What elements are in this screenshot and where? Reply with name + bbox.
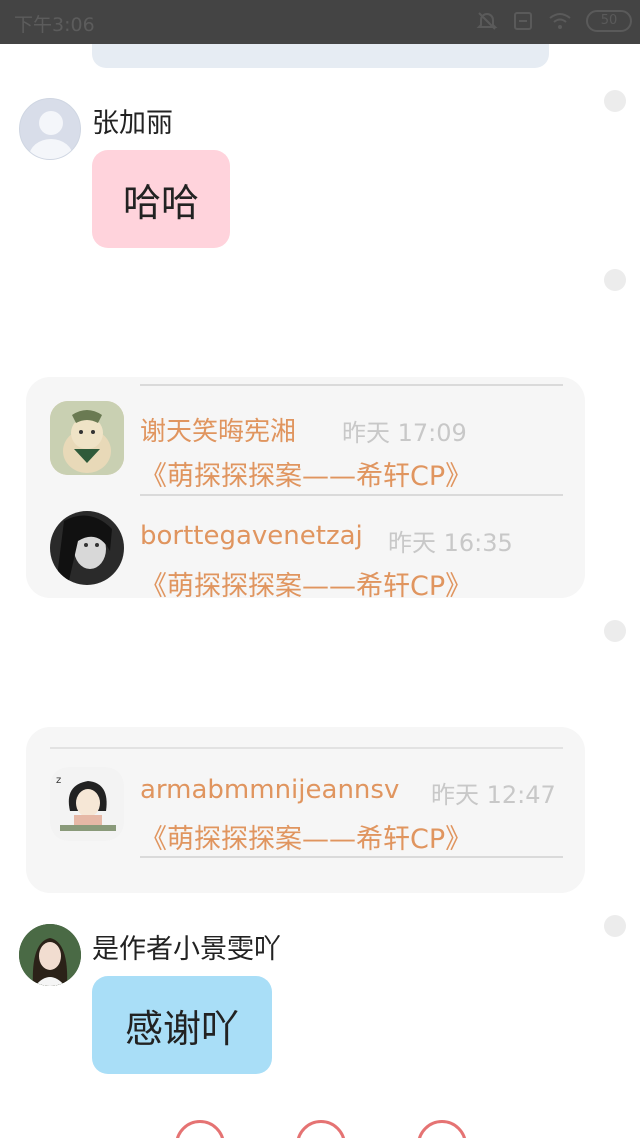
divider: [140, 384, 563, 386]
status-time: 下午3:06: [14, 14, 95, 36]
sender-name: 张加丽: [92, 108, 173, 139]
svg-text:z: z: [56, 775, 61, 786]
comment-user: borttegavenetzaj: [140, 521, 363, 551]
status-icons: 50: [476, 10, 632, 32]
cartoon-girl-avatar: z: [50, 767, 124, 841]
comment-time: 昨天 16:35: [388, 529, 513, 557]
comment-user: armabmmnijeannsv: [140, 775, 400, 805]
message-text: 哈哈: [122, 180, 199, 225]
bell-muted-icon: [476, 12, 498, 30]
select-dot[interactable]: [604, 620, 626, 642]
comment-book: 《萌探探探案——希轩CP》: [140, 571, 473, 598]
message-bubble[interactable]: 哈哈: [92, 150, 230, 248]
share-icon[interactable]: [417, 1120, 467, 1138]
select-dot[interactable]: [604, 90, 626, 112]
default-avatar-icon: [29, 111, 73, 159]
message-bubble[interactable]: 感谢吖: [92, 976, 272, 1074]
select-dot[interactable]: [604, 915, 626, 937]
battery-level: 50: [600, 13, 618, 28]
girl-photo-avatar: [19, 924, 81, 986]
sim-card-icon: [514, 12, 532, 30]
battery-icon: 50: [586, 10, 632, 32]
comment-user: 谢天笑晦宪湘: [140, 417, 297, 447]
comment-time: 昨天 12:47: [431, 781, 556, 809]
woman-avatar: [50, 511, 124, 585]
comment-book: 《萌探探探案——希轩CP》: [140, 824, 473, 855]
previous-message-bubble: [92, 44, 549, 68]
avatar[interactable]: [19, 924, 81, 986]
select-dot[interactable]: [604, 269, 626, 291]
divider: [50, 747, 563, 749]
shared-image-comments[interactable]: 谢天笑晦宪湘 昨天 17:09 《萌探探探案——希轩CP》 borttegave…: [26, 377, 585, 598]
like-icon[interactable]: [175, 1120, 225, 1138]
divider: [140, 856, 563, 858]
comment-book: 《萌探探探案——希轩CP》: [140, 461, 473, 492]
divider: [140, 494, 563, 496]
wifi-icon: [549, 13, 571, 29]
status-bar: 下午3:06 50: [0, 0, 640, 44]
message-text: 感谢吖: [124, 1006, 239, 1051]
sender-name: 是作者小景雯吖: [92, 934, 281, 965]
comment-time: 昨天 17:09: [342, 419, 467, 447]
comment-icon[interactable]: [296, 1120, 346, 1138]
cat-avatar: [50, 401, 124, 475]
avatar[interactable]: [19, 98, 81, 160]
shared-image-comments[interactable]: z armabmmnijeannsv 昨天 12:47 《萌探探探案——希轩CP…: [26, 727, 585, 893]
